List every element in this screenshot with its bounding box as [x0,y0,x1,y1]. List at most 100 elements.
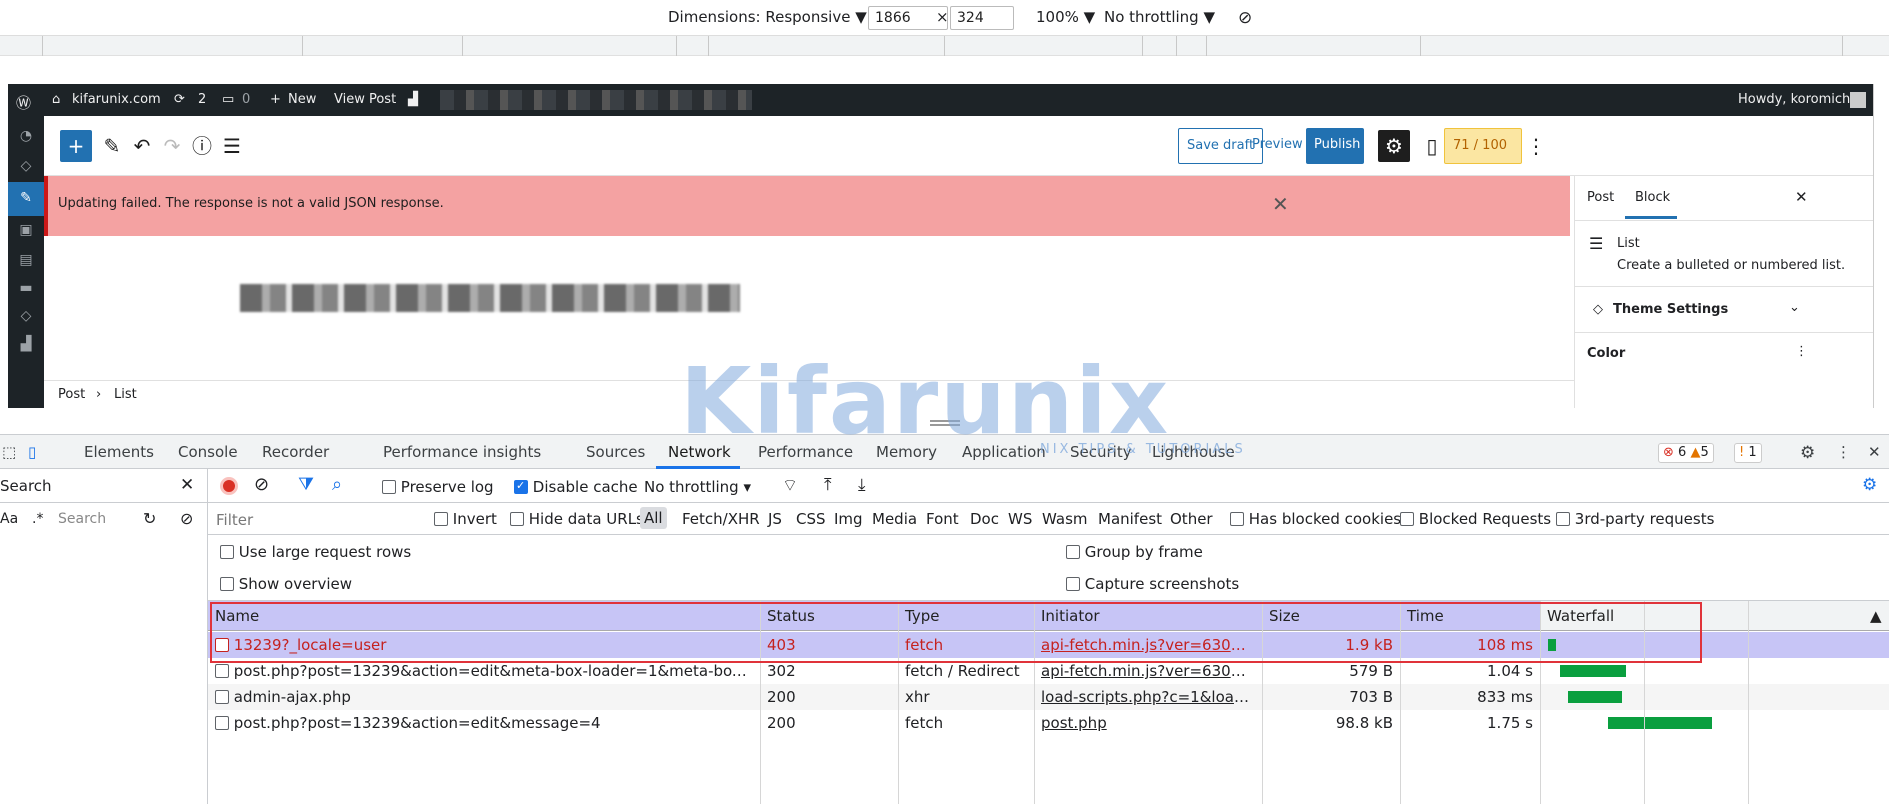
settings-gear-icon[interactable]: ⚙ [1378,130,1410,162]
group-by-frame-checkbox[interactable]: Group by frame [1066,543,1203,561]
filter-type-manifest[interactable]: Manifest [1098,510,1162,528]
comments-menu-icon[interactable]: ▬ [17,280,35,296]
add-block-button[interactable]: + [60,130,92,162]
plugin-menu-icon[interactable]: ◇ [17,158,35,174]
site-name-link[interactable]: kifarunix.com [72,92,161,107]
breadcrumb-current[interactable]: List [114,387,137,402]
tab-recorder[interactable]: Recorder [262,443,329,461]
filter-type-img[interactable]: Img [834,510,863,528]
close-search-icon[interactable]: ✕ [180,475,194,495]
throttling-dropdown[interactable]: No throttling ▼ [1104,8,1215,26]
edit-mode-icon[interactable]: ✎ [96,130,128,162]
clear-icon[interactable]: ⊘ [254,474,269,495]
network-throttling-select[interactable]: No throttling ▾ [644,478,751,496]
viewport-height-input[interactable] [950,6,1014,30]
filter-type-doc[interactable]: Doc [970,510,999,528]
settings-sidebar: Post Block ✕ ☰ List Create a bulleted or… [1574,176,1873,408]
color-section[interactable]: Color [1587,346,1625,361]
rotate-icon[interactable]: ⊘ [1238,8,1252,28]
record-icon[interactable] [220,477,238,495]
large-rows-checkbox[interactable]: Use large request rows [220,543,411,561]
avatar[interactable] [1850,92,1866,108]
preview-button[interactable]: Preview [1244,128,1311,164]
color-options-icon[interactable]: ⋮ [1795,344,1808,359]
search-icon[interactable]: ⌕ [332,474,342,495]
breadcrumb-root[interactable]: Post [58,387,85,402]
close-notice-icon[interactable]: ✕ [1272,192,1289,216]
capture-screenshots-checkbox[interactable]: Capture screenshots [1066,575,1239,593]
dimensions-dropdown[interactable]: Dimensions: Responsive ▼ [668,8,867,26]
list-view-icon[interactable]: ☰ [216,130,248,162]
request-initiator-link[interactable]: load-scripts.php?c=1&load%5Bchun… [1034,684,1262,710]
wordpress-logo-icon[interactable]: Ⓦ [16,92,31,113]
redo-icon[interactable]: ↷ [156,130,188,162]
filter-input[interactable]: Filter [216,511,253,529]
match-case-toggle[interactable]: Aa [0,511,18,527]
hide-data-urls-checkbox[interactable]: Hide data URLs [510,510,644,528]
new-link[interactable]: New [288,92,316,107]
seo-chart-icon[interactable]: ▟ [408,92,418,107]
publish-button[interactable]: Publish [1306,128,1364,164]
close-sidebar-icon[interactable]: ✕ [1795,188,1808,206]
analytics-icon[interactable]: ▟ [17,336,35,352]
devtools-settings-icon[interactable]: ⚙ [1800,443,1815,463]
filter-type-fetch-xhr[interactable]: Fetch/XHR [682,510,760,528]
more-options-icon[interactable]: ⋮ [1520,130,1552,162]
undo-icon[interactable]: ↶ [126,130,158,162]
chevron-down-icon[interactable]: ⌄ [1789,300,1800,315]
device-toggle-icon[interactable]: ▯ [28,443,36,461]
blocked-requests-checkbox[interactable]: Blocked Requests [1400,510,1551,528]
table-row[interactable]: admin-ajax.php 200 xhr load-scripts.php?… [208,684,1889,710]
filter-type-ws[interactable]: WS [1008,510,1032,528]
filter-type-media[interactable]: Media [872,510,917,528]
error-warning-badge[interactable]: ⊗ 6 ▲5 [1658,443,1714,463]
tab-performance-insights[interactable]: Performance insights [383,443,541,461]
blocked-cookies-checkbox[interactable]: Has blocked cookies [1230,510,1401,528]
zoom-dropdown[interactable]: 100% ▼ [1036,8,1095,26]
tab-elements[interactable]: Elements [84,443,154,461]
filter-type-other[interactable]: Other [1170,510,1213,528]
search-input[interactable]: Search [58,511,106,527]
invert-checkbox[interactable]: Invert [434,510,497,528]
tab-sources[interactable]: Sources [586,443,645,461]
tab-console[interactable]: Console [178,443,238,461]
regex-toggle[interactable]: .* [32,511,43,527]
filter-type-font[interactable]: Font [926,510,959,528]
close-devtools-icon[interactable]: ✕ [1868,443,1881,461]
watermark: Kifarunix [680,348,1171,455]
disable-cache-checkbox[interactable]: Disable cache [514,478,638,496]
updates-icon[interactable]: ⟳ [174,92,185,107]
theme-icon[interactable]: ◇ [17,308,35,324]
export-har-icon[interactable]: ⤓ [858,475,866,495]
filter-type-wasm[interactable]: Wasm [1042,510,1088,528]
table-row[interactable]: post.php?post=13239&action=edit&message=… [208,710,1889,736]
request-initiator-link[interactable]: post.php [1034,710,1262,736]
view-post-link[interactable]: View Post [334,92,396,107]
preserve-log-checkbox[interactable]: Preserve log [382,478,494,496]
tab-post[interactable]: Post [1587,190,1614,205]
howdy-user[interactable]: Howdy, koromicha [1738,92,1858,107]
tab-block[interactable]: Block [1635,190,1670,205]
network-settings-icon[interactable]: ⚙ [1862,475,1877,495]
media-icon[interactable]: ▣ [17,222,35,238]
dashboard-icon[interactable]: ◔ [17,128,35,144]
issues-badge[interactable]: ! 1 [1734,443,1762,463]
filter-type-css[interactable]: CSS [796,510,826,528]
network-conditions-icon[interactable]: ⌔ [782,475,798,496]
third-party-checkbox[interactable]: 3rd-party requests [1556,510,1714,528]
import-har-icon[interactable]: ⤒ [824,475,832,495]
pages-icon[interactable]: ▤ [17,252,35,268]
request-size: 703 B [1349,688,1393,706]
filter-icon[interactable]: ⧩ [298,474,314,495]
refresh-icon[interactable]: ↻ [143,509,156,528]
clear-search-icon[interactable]: ⊘ [180,509,193,528]
devtools-menu-icon[interactable]: ⋮ [1836,443,1851,461]
seo-score-button[interactable]: 71 / 100 [1444,128,1522,164]
inspect-icon[interactable]: ⬚ [2,443,16,461]
filter-type-all[interactable]: All [640,507,667,529]
show-overview-checkbox[interactable]: Show overview [220,575,352,593]
theme-settings-toggle[interactable]: Theme Settings [1613,302,1728,317]
filter-type-js[interactable]: JS [768,510,782,528]
comments-icon[interactable]: ▭ [222,92,234,107]
info-icon[interactable]: ⓘ [186,130,218,162]
